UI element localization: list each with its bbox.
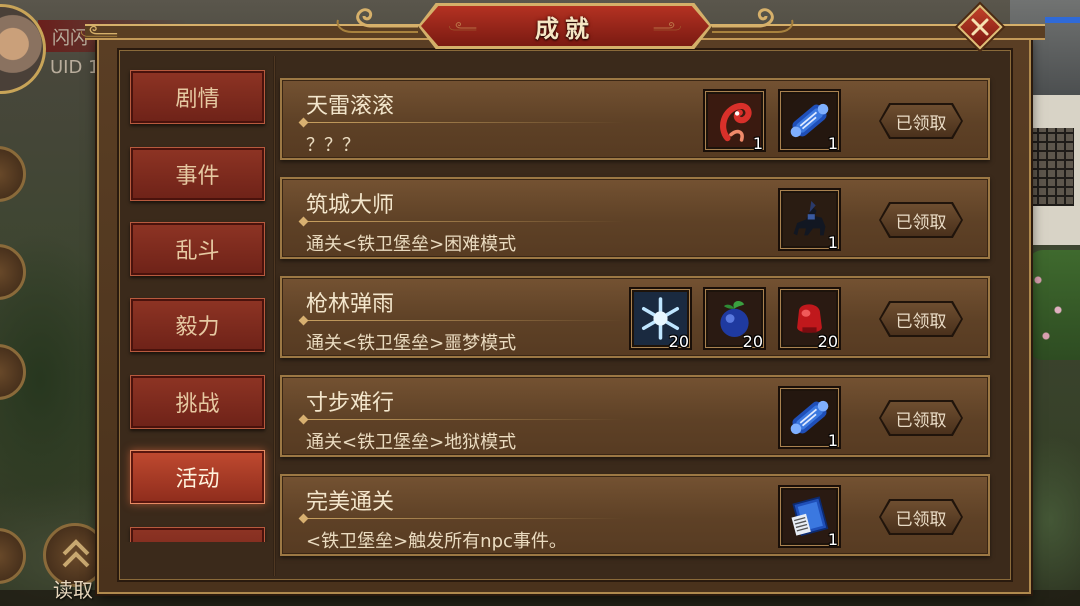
claimed-button-label: 已领取 bbox=[881, 501, 961, 533]
separator-line bbox=[304, 221, 624, 222]
achievement-title: 寸步难行 bbox=[306, 391, 395, 416]
corner-ornament bbox=[78, 16, 118, 46]
banner-ornament-left bbox=[330, 4, 420, 36]
achievement-row: 天雷滚滚 ？？？ 1 1 已领取 bbox=[280, 78, 990, 160]
close-icon bbox=[971, 18, 989, 36]
separator-line bbox=[304, 320, 624, 321]
column-divider bbox=[273, 56, 276, 576]
tab-challenge[interactable]: 挑战 bbox=[130, 375, 265, 429]
claimed-button[interactable]: 已领取 bbox=[879, 499, 963, 535]
claimed-button[interactable]: 已领取 bbox=[879, 400, 963, 436]
achievement-title: 筑城大师 bbox=[306, 193, 395, 218]
reward-quantity: 20 bbox=[742, 332, 763, 351]
claimed-button[interactable]: 已领取 bbox=[879, 103, 963, 139]
separator-line bbox=[304, 518, 624, 519]
up-arrow-icon bbox=[62, 539, 90, 568]
reward-slot[interactable]: 1 bbox=[778, 386, 841, 450]
claimed-button-label: 已领取 bbox=[881, 204, 961, 236]
reward-quantity: 20 bbox=[668, 332, 689, 351]
panel-title: 成就 bbox=[535, 14, 595, 43]
achievement-description: 通关<铁卫堡垒>噩梦模式 bbox=[306, 333, 517, 354]
reward-slot[interactable]: 20 bbox=[703, 287, 766, 351]
achievement-description: 通关<铁卫堡垒>困难模式 bbox=[306, 234, 517, 255]
achievement-row: 寸步难行 通关<铁卫堡垒>地狱模式 1 已领取 bbox=[280, 375, 990, 457]
reward-slot[interactable]: 20 bbox=[778, 287, 841, 351]
title-banner: 成就 bbox=[418, 3, 712, 49]
achievement-title: 完美通关 bbox=[306, 490, 395, 515]
claimed-button-label: 已领取 bbox=[881, 303, 961, 335]
tab-activity[interactable]: 活动 bbox=[130, 450, 265, 504]
close-button[interactable] bbox=[957, 4, 1003, 50]
achievement-description: <铁卫堡垒>触发所有npc事件。 bbox=[306, 531, 567, 552]
achievement-title: 枪林弹雨 bbox=[306, 292, 395, 317]
title-banner-body: 成就 bbox=[421, 6, 709, 46]
reward-slot[interactable]: 1 bbox=[703, 89, 766, 153]
tab-partial[interactable] bbox=[130, 527, 265, 542]
resource-bar bbox=[1045, 17, 1080, 23]
tab-brawl[interactable]: 乱斗 bbox=[130, 222, 265, 276]
achievement-row: 完美通关 <铁卫堡垒>触发所有npc事件。 1 已领取 bbox=[280, 474, 990, 556]
building-window bbox=[1028, 128, 1074, 206]
banner-ornament-right bbox=[710, 4, 800, 36]
achievement-row: 筑城大师 通关<铁卫堡垒>困难模式 1 已领取 bbox=[280, 177, 990, 259]
load-button-label: 读取 bbox=[53, 578, 93, 602]
achievement-description: 通关<铁卫堡垒>地狱模式 bbox=[306, 432, 517, 453]
tab-story[interactable]: 剧情 bbox=[130, 70, 265, 124]
claimed-button-label: 已领取 bbox=[881, 402, 961, 434]
reward-slot[interactable]: 20 bbox=[629, 287, 692, 351]
category-tabs: 剧情 事件 乱斗 毅力 挑战 活动 bbox=[118, 60, 273, 542]
reward-quantity: 1 bbox=[827, 134, 838, 153]
tab-events[interactable]: 事件 bbox=[130, 147, 265, 201]
reward-quantity: 1 bbox=[827, 233, 838, 252]
achievement-title: 天雷滚滚 bbox=[306, 94, 395, 119]
achievement-row: 枪林弹雨 通关<铁卫堡垒>噩梦模式 20 20 20 已领取 bbox=[280, 276, 990, 358]
reward-quantity: 20 bbox=[817, 332, 838, 351]
claimed-button[interactable]: 已领取 bbox=[879, 301, 963, 337]
reward-slot[interactable]: 1 bbox=[778, 485, 841, 549]
claimed-button[interactable]: 已领取 bbox=[879, 202, 963, 238]
tab-perseverance[interactable]: 毅力 bbox=[130, 298, 265, 352]
achievement-description: ？？？ bbox=[306, 135, 360, 156]
reward-quantity: 1 bbox=[827, 431, 838, 450]
reward-slot[interactable]: 1 bbox=[778, 188, 841, 252]
reward-quantity: 1 bbox=[827, 530, 838, 549]
separator-line bbox=[304, 122, 624, 123]
separator-line bbox=[304, 419, 624, 420]
claimed-button-label: 已领取 bbox=[881, 105, 961, 137]
reward-slot[interactable]: 1 bbox=[778, 89, 841, 153]
reward-quantity: 1 bbox=[752, 134, 763, 153]
